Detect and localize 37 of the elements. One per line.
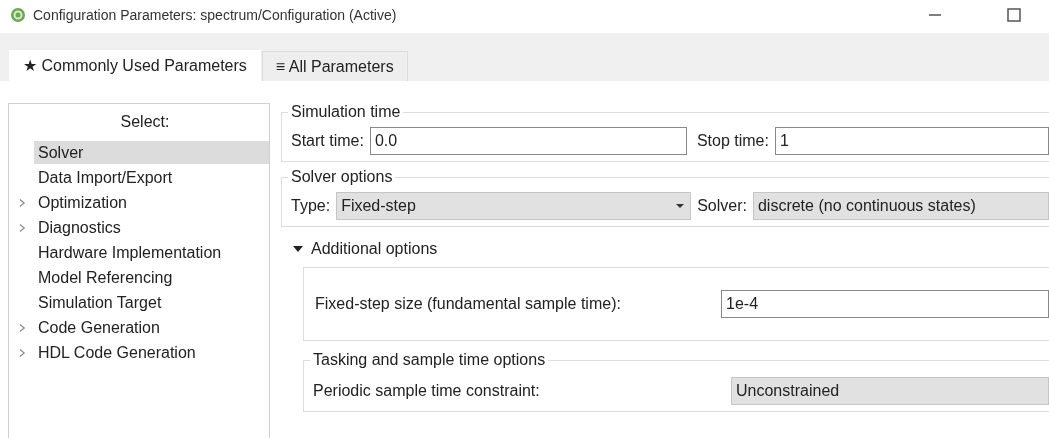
sidebar-item[interactable]: Simulation Target — [34, 291, 269, 314]
caret-icon — [676, 204, 685, 208]
sidebar-item[interactable]: Diagnostics — [34, 216, 269, 239]
sidebar-header: Select: — [119, 112, 171, 132]
type-dropdown[interactable]: Fixed-step — [336, 192, 692, 220]
chevron-icon[interactable] — [18, 222, 26, 233]
group-title: Simulation time — [290, 103, 402, 121]
field-label: Type: — [291, 197, 331, 215]
solver-dropdown[interactable]: discrete (no continuous states) — [752, 192, 1049, 220]
step-size-field[interactable]: 1e-4 — [721, 290, 1049, 318]
chevron-icon[interactable] — [18, 347, 26, 358]
triangle-icon[interactable] — [293, 246, 303, 252]
sidebar-item[interactable]: HDL Code Generation — [34, 341, 269, 364]
field-label: Stop time: — [696, 132, 769, 150]
chevron-icon[interactable] — [18, 197, 26, 208]
sidebar-item[interactable]: Code Generation — [34, 316, 269, 339]
field-label: Fixed-step size (fundamental sample time): — [315, 295, 622, 313]
field-label: Periodic sample time constraint: — [313, 382, 541, 400]
sidebar-item[interactable]: Solver — [34, 141, 269, 164]
chevron-icon[interactable] — [18, 322, 26, 333]
app-icon — [10, 7, 26, 23]
field-label: Start time: — [291, 132, 364, 150]
group-title: Solver options — [290, 168, 394, 186]
start-time-field[interactable]: 0.0 — [369, 127, 687, 155]
group-title: Tasking and sample time options — [312, 351, 547, 369]
window-title: Configuration Parameters: spectrum/Configuration (Active) — [33, 7, 397, 23]
sidebar-item[interactable]: Data Import/Export — [34, 166, 269, 189]
field-label: Solver: — [697, 197, 747, 215]
sidebar-item[interactable]: Optimization — [34, 191, 269, 214]
stop-time-field[interactable]: 1 — [774, 127, 1049, 155]
sidebar-item[interactable]: Model Referencing — [34, 266, 269, 289]
maximize-icon[interactable] — [1007, 8, 1021, 22]
tab[interactable]: ★ Commonly Used Parameters — [8, 49, 262, 81]
additional-options-toggle[interactable]: Additional options — [293, 237, 1049, 261]
constraint-dropdown[interactable]: Unconstrained — [731, 377, 1049, 405]
sidebar-item[interactable]: Hardware Implementation — [34, 241, 269, 264]
tab[interactable]: ≡ All Parameters — [261, 51, 408, 81]
